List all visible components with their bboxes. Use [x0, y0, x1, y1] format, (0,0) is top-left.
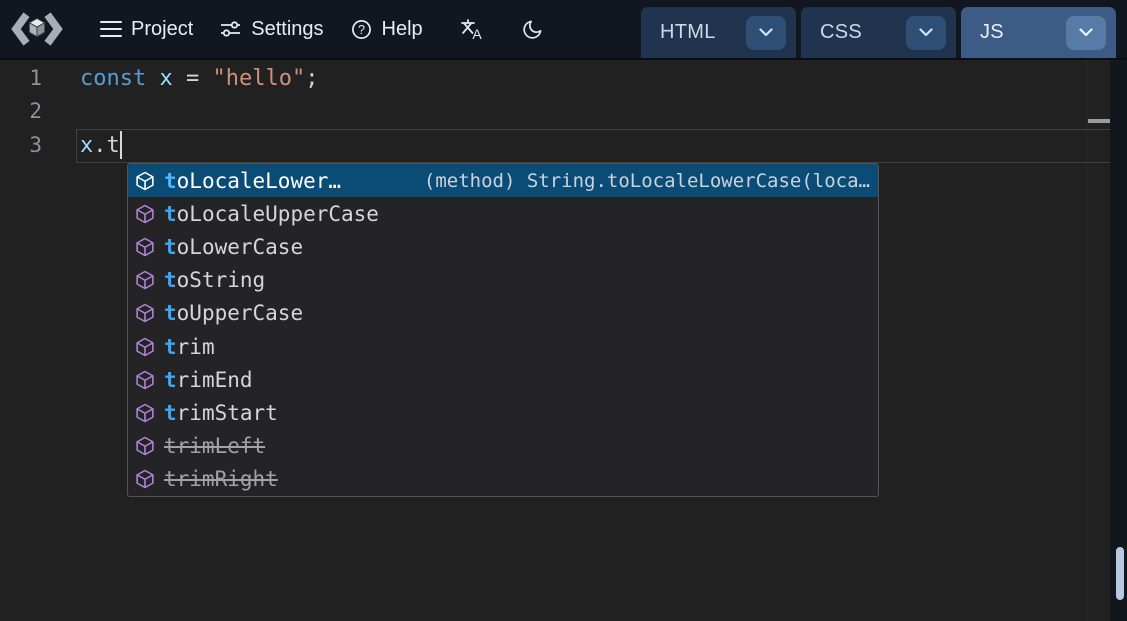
suggestion-item[interactable]: trimStart: [128, 396, 878, 429]
code-text: const x = "hello";: [80, 62, 318, 95]
html-options-button[interactable]: [746, 16, 786, 50]
suggestion-label: toLocaleLower…: [164, 169, 341, 193]
theme-toggle-button[interactable]: [521, 18, 544, 41]
suggestion-label: toUpperCase: [164, 301, 303, 325]
text-cursor: [120, 131, 122, 159]
suggestion-item[interactable]: trimLeft: [128, 430, 878, 463]
suggestion-item[interactable]: trim: [128, 330, 878, 363]
css-options-button[interactable]: [906, 16, 946, 50]
autocomplete-popup: toLocaleLower… (method) String.toLocaleLo…: [127, 163, 879, 497]
svg-text:A: A: [472, 26, 482, 42]
suggestion-label: trimStart: [164, 401, 278, 425]
page-scrollbar[interactable]: [1110, 60, 1127, 621]
editor-pane-tabs: HTML CSS JS: [641, 7, 1116, 58]
hamburger-icon: [100, 20, 122, 38]
translate-button[interactable]: A: [459, 17, 485, 42]
translate-icon: A: [459, 17, 485, 42]
method-cube-icon: [135, 403, 155, 423]
menu-project[interactable]: Project: [100, 18, 193, 41]
help-circle-icon: ?: [350, 18, 373, 41]
menu-settings[interactable]: Settings: [219, 18, 323, 41]
method-cube-icon: [135, 337, 155, 357]
menu-help[interactable]: ? Help: [350, 18, 423, 41]
code-line: 1 const x = "hello";: [0, 62, 1110, 96]
line-number: 3: [0, 129, 42, 162]
top-bar: Project Settings ? Help A HTML: [0, 0, 1127, 60]
menu-help-label: Help: [382, 18, 423, 41]
suggestion-label: toLocaleUpperCase: [164, 202, 379, 226]
scrollbar-thumb[interactable]: [1116, 547, 1124, 600]
method-cube-icon: [135, 436, 155, 456]
app-logo: [10, 8, 64, 50]
method-cube-icon: [135, 171, 155, 191]
moon-icon: [521, 18, 544, 41]
suggestion-label: trim: [164, 335, 215, 359]
suggestion-item[interactable]: toLocaleLower… (method) String.toLocaleLo…: [128, 164, 878, 197]
suggestion-item[interactable]: trimRight: [128, 463, 878, 496]
suggestion-detail: (method) String.toLocaleLowerCase(loca…: [404, 170, 870, 192]
method-cube-icon: [135, 270, 155, 290]
suggestion-label: toLowerCase: [164, 235, 303, 259]
tab-css[interactable]: CSS: [801, 7, 956, 58]
suggestion-label: trimRight: [164, 467, 278, 491]
line-number: 2: [0, 95, 42, 128]
line-number: 1: [0, 62, 42, 95]
tab-html[interactable]: HTML: [641, 7, 796, 58]
tab-js[interactable]: JS: [961, 7, 1116, 58]
sliders-icon: [219, 18, 242, 40]
current-line-highlight: [76, 129, 1111, 163]
method-cube-icon: [135, 370, 155, 390]
code-cube-logo-icon: [10, 8, 64, 50]
suggestion-item[interactable]: toLocaleUpperCase: [128, 197, 878, 230]
tab-html-label: HTML: [660, 21, 716, 44]
suggestion-item[interactable]: toLowerCase: [128, 230, 878, 263]
suggestion-item[interactable]: toString: [128, 264, 878, 297]
svg-text:?: ?: [358, 23, 365, 37]
suggestion-item[interactable]: toUpperCase: [128, 297, 878, 330]
chevron-down-icon: [919, 28, 933, 37]
chevron-down-icon: [759, 28, 773, 37]
suggestion-label: toString: [164, 268, 265, 292]
method-cube-icon: [135, 237, 155, 257]
tab-css-label: CSS: [820, 21, 862, 44]
code-editor[interactable]: 1const x = "hello";23x.t toLocaleLower…(…: [0, 60, 1110, 621]
tab-js-label: JS: [980, 21, 1004, 44]
method-cube-icon: [135, 303, 155, 323]
method-cube-icon: [135, 469, 155, 489]
code-line: 2: [0, 95, 1110, 129]
menu-project-label: Project: [131, 18, 193, 41]
menu-settings-label: Settings: [251, 18, 323, 41]
js-options-button[interactable]: [1066, 16, 1106, 50]
suggestion-item[interactable]: trimEnd: [128, 363, 878, 396]
method-cube-icon: [135, 204, 155, 224]
suggestion-label: trimLeft: [164, 434, 265, 458]
cursor-position-marker: [1088, 119, 1110, 123]
suggestion-label: trimEnd: [164, 368, 253, 392]
chevron-down-icon: [1079, 28, 1093, 37]
overview-ruler: [1086, 60, 1110, 621]
